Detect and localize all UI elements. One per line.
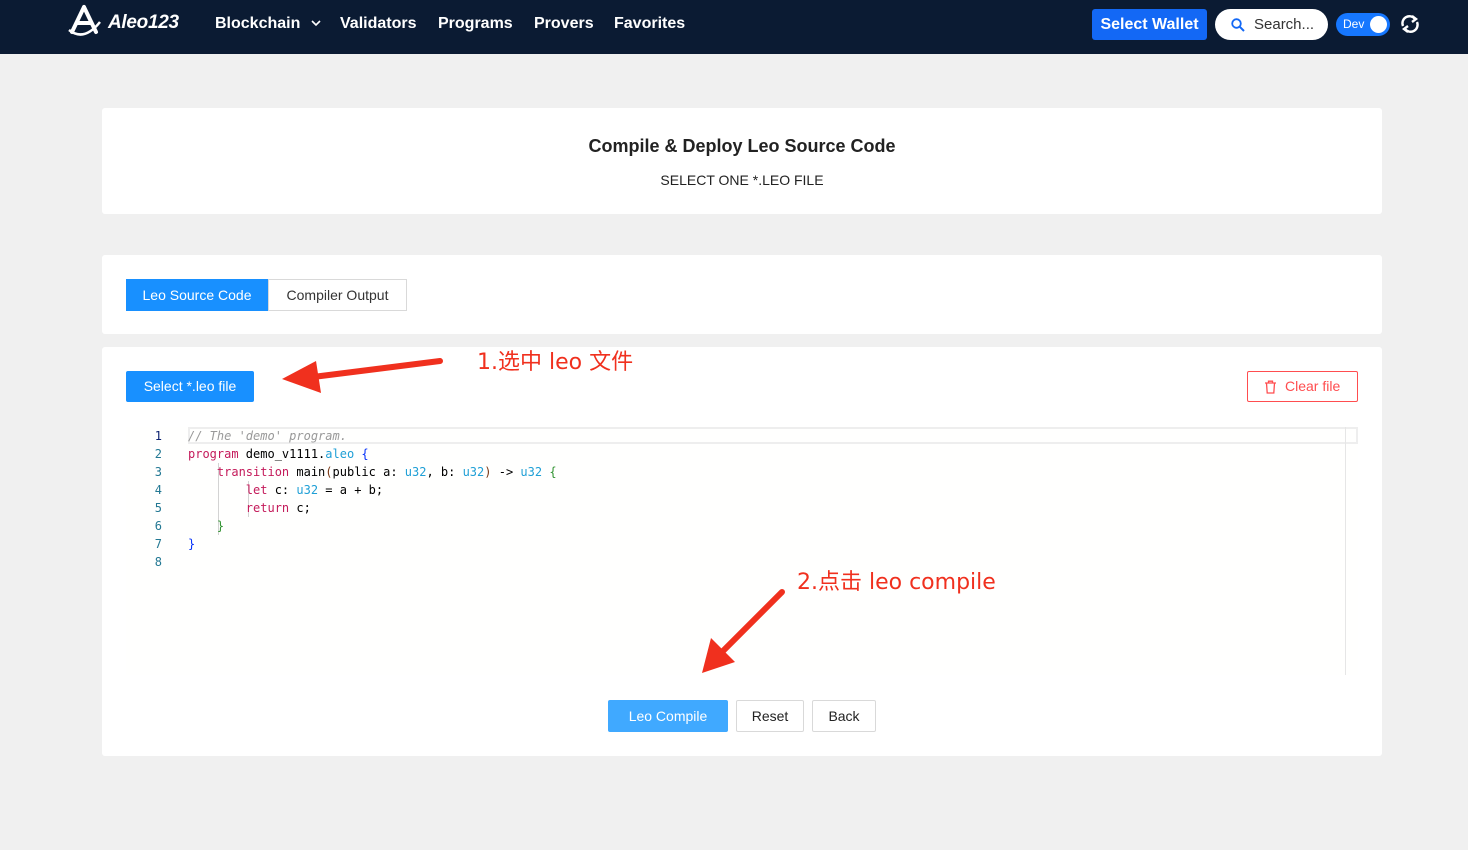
arrow-1-icon [282,358,443,393]
annotation-step1: 1.选中 leo 文件 [477,350,634,375]
arrow-2-icon [702,589,785,673]
annotation-step2: 2.点击 leo compile [797,570,996,595]
annotation-arrows [282,358,785,673]
